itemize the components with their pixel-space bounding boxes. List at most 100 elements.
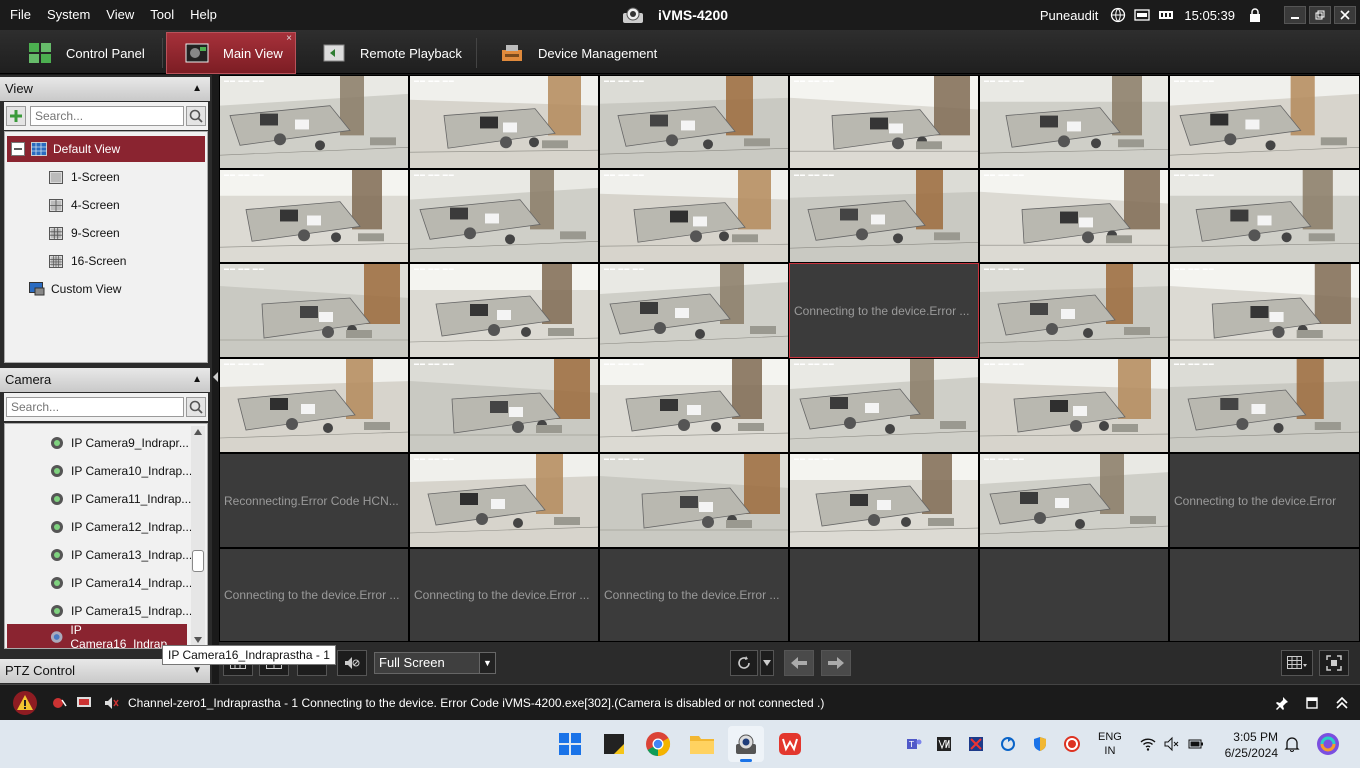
video-cell-live[interactable]: ▬▬ ▬▬ ▬▬ <box>789 453 979 548</box>
menu-file[interactable]: File <box>2 0 39 30</box>
event-monitor-icon[interactable] <box>76 696 92 710</box>
video-cell-live[interactable]: ▬▬ ▬▬ ▬▬ <box>1169 358 1360 453</box>
screen-layout-button[interactable] <box>1281 650 1313 676</box>
video-cell-live[interactable]: ▬▬ ▬▬ ▬▬ <box>409 169 599 263</box>
lock-icon[interactable] <box>1247 7 1263 23</box>
start-button[interactable] <box>552 726 588 762</box>
previous-page-button[interactable] <box>784 650 814 676</box>
collapse-toggle-icon[interactable] <box>11 142 25 156</box>
sticky-notes-app[interactable] <box>596 726 632 762</box>
tree-4-screen[interactable]: 4-Screen <box>49 192 120 218</box>
close-button[interactable] <box>1334 6 1356 24</box>
video-cell-live[interactable]: ▬▬ ▬▬ ▬▬ <box>979 75 1169 169</box>
refresh-options-button[interactable] <box>760 650 774 676</box>
tree-9-screen[interactable]: 9-Screen <box>49 220 120 246</box>
copilot-icon[interactable] <box>1316 732 1340 756</box>
camera-item-10[interactable]: IP Camera10_Indrap... <box>49 458 192 484</box>
view-search-button[interactable] <box>186 106 206 126</box>
wps-office-app[interactable] <box>772 726 808 762</box>
tab-remote-playback[interactable]: Remote Playback <box>322 32 462 74</box>
tree-16-screen[interactable]: 16-Screen <box>49 248 126 274</box>
camera-search-input[interactable] <box>6 397 184 417</box>
refresh-button[interactable] <box>730 650 758 676</box>
camera-item-9[interactable]: IP Camera9_Indrapr... <box>49 430 189 456</box>
tab-close-icon[interactable]: × <box>286 33 292 44</box>
video-cell-live[interactable]: ▬▬ ▬▬ ▬▬ <box>979 358 1169 453</box>
panel-collapse-handle[interactable] <box>212 370 219 384</box>
video-cell-live[interactable]: ▬▬ ▬▬ ▬▬ <box>599 263 789 358</box>
next-page-button[interactable] <box>821 650 851 676</box>
tab-device-management[interactable]: Device Management <box>500 32 657 74</box>
window-mode-select[interactable]: Full Screen ▼ <box>374 652 496 674</box>
video-cell-error[interactable]: Reconnecting.Error Code HCN... <box>219 453 409 548</box>
video-cell-live[interactable]: ▬▬ ▬▬ ▬▬ <box>979 263 1169 358</box>
camera-search-button[interactable] <box>186 397 206 417</box>
fullscreen-button[interactable] <box>1319 650 1349 676</box>
camera-item-11[interactable]: IP Camera11_Indrap... <box>49 486 191 512</box>
ram-icon[interactable] <box>1158 7 1174 23</box>
camera-panel-header[interactable]: Camera ▲ <box>0 368 210 392</box>
tree-default-view[interactable]: Default View <box>7 136 205 162</box>
taskbar-clock[interactable]: 3:05 PM 6/25/2024 <box>1214 729 1278 761</box>
video-cell-error[interactable]: Connecting to the device.Error ... <box>789 263 979 358</box>
dropdown-arrow-icon[interactable]: ▼ <box>479 653 495 673</box>
video-cell-live[interactable]: ▬▬ ▬▬ ▬▬ <box>409 453 599 548</box>
video-cell-live[interactable]: ▬▬ ▬▬ ▬▬ <box>1169 169 1360 263</box>
alarm-warning-icon[interactable] <box>12 691 38 715</box>
video-cell-error[interactable]: Connecting to the device.Error ... <box>409 548 599 642</box>
tree-custom-view[interactable]: Custom View <box>29 276 121 302</box>
video-cell-live[interactable]: ▬▬ ▬▬ ▬▬ <box>219 358 409 453</box>
add-view-icon[interactable] <box>6 106 26 126</box>
scroll-thumb[interactable] <box>192 550 204 572</box>
wifi-icon[interactable] <box>1140 736 1156 752</box>
ivms-app[interactable] <box>728 726 764 762</box>
menu-help[interactable]: Help <box>182 0 225 30</box>
record-tray-icon[interactable] <box>1064 736 1080 752</box>
video-cell-live[interactable]: ▬▬ ▬▬ ▬▬ <box>979 169 1169 263</box>
video-cell-live[interactable]: ▬▬ ▬▬ ▬▬ <box>409 75 599 169</box>
video-cell-live[interactable]: ▬▬ ▬▬ ▬▬ <box>789 75 979 169</box>
mute-button[interactable] <box>337 650 367 676</box>
tab-main-view[interactable]: Main View × <box>166 32 296 74</box>
collapse-caret-icon[interactable]: ▲ <box>192 368 202 392</box>
scroll-down-icon[interactable] <box>194 637 202 643</box>
globe-icon[interactable] <box>1110 7 1126 23</box>
view-panel-header[interactable]: View ▲ <box>0 77 210 101</box>
video-cell-live[interactable]: ▬▬ ▬▬ ▬▬ <box>409 263 599 358</box>
menu-view[interactable]: View <box>98 0 142 30</box>
camera-item-15[interactable]: IP Camera15_Indrap... <box>49 598 192 624</box>
camera-item-13[interactable]: IP Camera13_Indrap... <box>49 542 192 568</box>
menu-system[interactable]: System <box>39 0 98 30</box>
video-cell-error[interactable]: Connecting to the device.Error ... <box>599 548 789 642</box>
chrome-app[interactable] <box>640 726 676 762</box>
video-cell-live[interactable]: ▬▬ ▬▬ ▬▬ <box>979 453 1169 548</box>
hdd-icon[interactable] <box>1134 7 1151 23</box>
view-search-input[interactable] <box>30 106 184 126</box>
input-language[interactable]: ENG IN <box>1098 730 1122 758</box>
volume-muted-icon[interactable] <box>1164 736 1180 752</box>
camera-item-14[interactable]: IP Camera14_Indrap... <box>49 570 192 596</box>
notification-bell-icon[interactable] <box>1284 736 1300 752</box>
expand-up-icon[interactable] <box>1336 696 1348 710</box>
video-cell-live[interactable]: ▬▬ ▬▬ ▬▬ <box>599 358 789 453</box>
scroll-up-icon[interactable] <box>194 429 202 435</box>
sync-tray-icon[interactable] <box>1000 736 1016 752</box>
camera-item-16[interactable]: IP Camera16_Indrap... <box>7 623 187 648</box>
video-cell-empty[interactable] <box>1169 548 1360 642</box>
teams-tray-icon[interactable]: T <box>906 736 922 752</box>
network-tray-icon[interactable] <box>968 736 984 752</box>
alarm-sound-icon[interactable] <box>52 696 68 710</box>
video-cell-live[interactable]: ▬▬ ▬▬ ▬▬ <box>599 75 789 169</box>
video-cell-live[interactable]: ▬▬ ▬▬ ▬▬ <box>219 75 409 169</box>
video-cell-error[interactable]: Connecting to the device.Error <box>1169 453 1360 548</box>
tab-control-panel[interactable]: Control Panel <box>28 32 145 74</box>
camera-list-scrollbar[interactable] <box>191 426 205 646</box>
video-cell-live[interactable]: ▬▬ ▬▬ ▬▬ <box>599 169 789 263</box>
restore-button[interactable] <box>1309 6 1331 24</box>
video-cell-error[interactable]: Connecting to the device.Error ... <box>219 548 409 642</box>
collapse-caret-icon[interactable]: ▲ <box>192 77 202 101</box>
file-explorer-app[interactable] <box>684 726 720 762</box>
pin-icon[interactable] <box>1275 696 1289 710</box>
video-cell-empty[interactable] <box>979 548 1169 642</box>
video-cell-live[interactable]: ▬▬ ▬▬ ▬▬ <box>219 263 409 358</box>
